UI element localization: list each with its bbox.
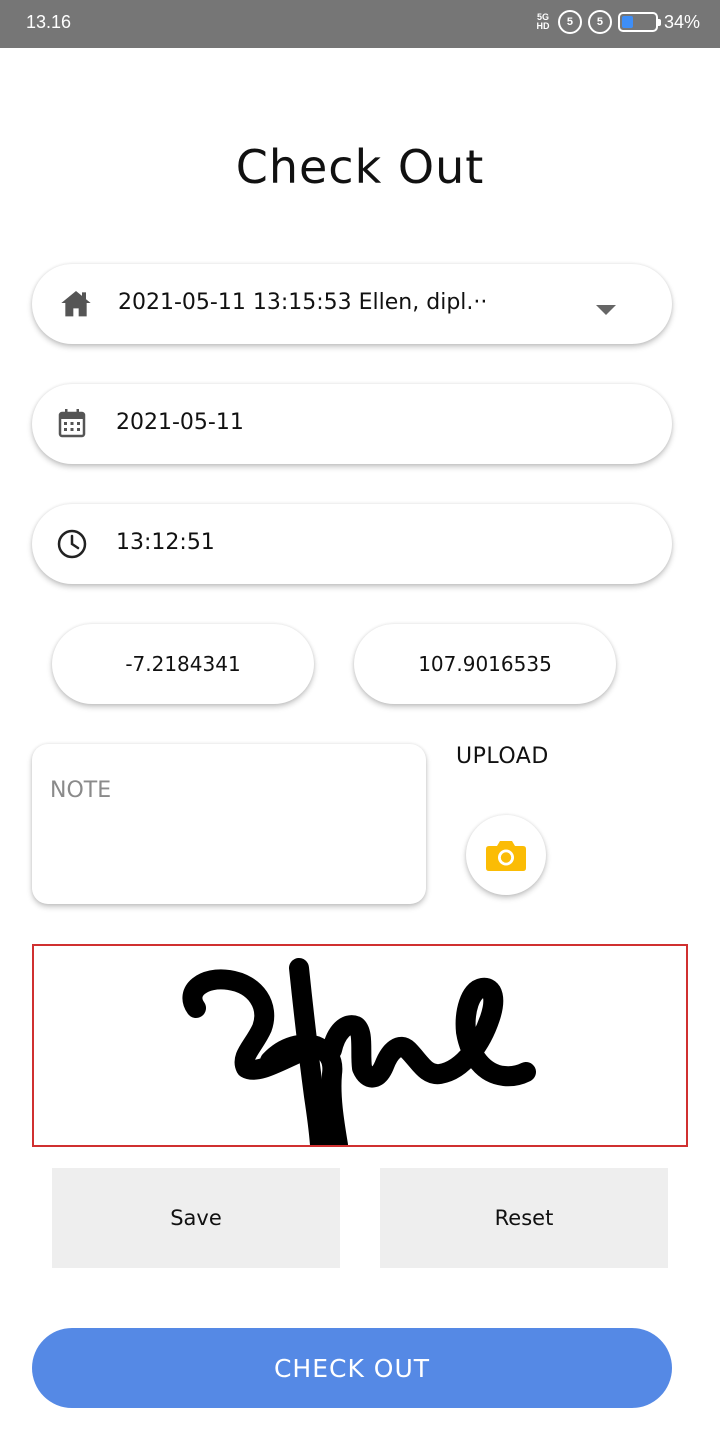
chevron-down-icon[interactable] bbox=[596, 300, 616, 319]
time-value: 13:12:51 bbox=[116, 530, 215, 555]
latitude-field[interactable]: -7.2184341 bbox=[52, 624, 314, 704]
sim1-signal-icon: 5 bbox=[557, 10, 582, 34]
network-type-label: 5G HD bbox=[534, 13, 552, 31]
sim2-signal-icon: 5 bbox=[587, 10, 612, 34]
schedule-dropdown[interactable]: 2021-05-11 13:15:53 Ellen, dipl.·· bbox=[32, 264, 672, 344]
home-icon bbox=[60, 288, 92, 318]
battery-icon bbox=[617, 12, 661, 32]
status-bar: 13.16 5G HD 5 5 34% bbox=[0, 0, 720, 48]
page-title: Check Out bbox=[235, 140, 485, 194]
status-icons: 5G HD 5 5 34% bbox=[534, 10, 700, 34]
longitude-field[interactable]: 107.9016535 bbox=[354, 624, 616, 704]
longitude-value: 107.9016535 bbox=[418, 652, 552, 676]
schedule-dropdown-value: 2021-05-11 13:15:53 Ellen, dipl.·· bbox=[118, 290, 488, 315]
calendar-icon bbox=[58, 408, 86, 438]
network-type-text: 5G HD bbox=[536, 12, 550, 31]
battery-fill bbox=[621, 16, 633, 28]
battery-percent: 34% bbox=[663, 11, 700, 32]
note-placeholder: NOTE bbox=[50, 778, 112, 803]
time-field[interactable]: 13:12:51 bbox=[32, 504, 672, 584]
check-out-button[interactable]: CHECK OUT bbox=[32, 1328, 672, 1408]
note-input[interactable]: NOTE bbox=[32, 744, 426, 904]
camera-icon bbox=[485, 838, 527, 872]
signature-drawing bbox=[182, 958, 536, 1145]
latitude-value: -7.2184341 bbox=[125, 652, 241, 676]
signature-pad[interactable] bbox=[32, 944, 688, 1147]
status-time: 13.16 bbox=[26, 12, 72, 32]
save-button[interactable]: Save bbox=[52, 1168, 340, 1268]
upload-label: UPLOAD bbox=[456, 744, 549, 769]
reset-button[interactable]: Reset bbox=[380, 1168, 668, 1268]
camera-button[interactable] bbox=[466, 815, 546, 895]
clock-icon bbox=[56, 528, 88, 560]
date-field[interactable]: 2021-05-11 bbox=[32, 384, 672, 464]
date-value: 2021-05-11 bbox=[116, 410, 244, 435]
